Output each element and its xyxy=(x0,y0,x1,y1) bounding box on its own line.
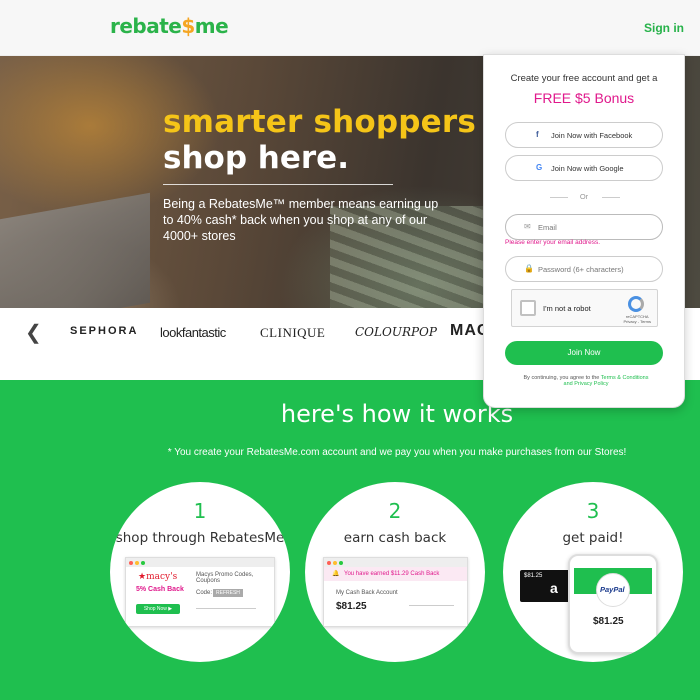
window-dot-icon xyxy=(141,560,145,565)
terms-text: By continuing, you agree to the Terms & … xyxy=(506,375,666,387)
join-now-button[interactable]: Join Now xyxy=(505,341,663,365)
macys-logo: ★macy's xyxy=(138,572,178,582)
signup-card: Create your free account and get a FREE … xyxy=(483,54,685,408)
placeholder-line xyxy=(196,608,256,609)
shop-now-button[interactable]: Shop Now ▶ xyxy=(136,604,180,614)
step-3-circle: 3 get paid! $81.25 a PayPal $81.25 xyxy=(503,482,683,662)
google-button-label: Join Now with Google xyxy=(551,164,624,173)
account-amount: $81.25 xyxy=(336,601,367,612)
cashback-rate: 5% Cash Back xyxy=(136,586,184,593)
password-field[interactable]: 🔒 Password (6+ characters) xyxy=(505,256,663,282)
email-error: Please enter your email address. xyxy=(505,239,601,246)
password-placeholder: Password (6+ characters) xyxy=(538,265,624,274)
gift-card-amount: $81.25 xyxy=(524,573,543,579)
lock-icon: 🔒 xyxy=(524,264,534,273)
recaptcha-icon xyxy=(628,296,644,312)
hero-title-line1: smarter shoppers xyxy=(163,104,477,140)
brand-logo-lookfantastic[interactable]: lookfantastic xyxy=(160,325,226,340)
how-it-works-subtitle: * You create your RebatesMe.com account … xyxy=(167,447,627,458)
bell-icon: 🔔 xyxy=(332,571,340,577)
brand-logo-clinique[interactable]: CLINIQUE xyxy=(260,325,325,341)
step-number: 3 xyxy=(586,499,600,523)
window-dot-icon xyxy=(339,560,343,565)
section-corner xyxy=(0,358,24,380)
window-dot-icon xyxy=(129,560,133,565)
recaptcha-widget: I'm not a robot reCAPTCHA Privacy - Term… xyxy=(511,289,658,327)
hero-divider xyxy=(163,184,393,185)
amazon-logo-icon: a xyxy=(550,580,558,596)
email-field[interactable]: ✉ Email xyxy=(505,214,663,240)
join-facebook-button[interactable]: f Join Now with Facebook xyxy=(505,122,663,148)
divider-line xyxy=(602,197,620,198)
recaptcha-checkbox[interactable] xyxy=(520,300,536,316)
signin-link[interactable]: Sign in xyxy=(644,21,684,35)
chevron-left-icon[interactable]: ❮ xyxy=(25,320,42,345)
signup-bonus: FREE $5 Bonus xyxy=(533,90,635,106)
browser-mockup: ★macy's 5% Cash Back Shop Now ▶ Macys Pr… xyxy=(125,557,275,627)
step-2-circle: 2 earn cash back 🔔 You have earned $11.2… xyxy=(305,482,485,662)
join-google-button[interactable]: G Join Now with Google xyxy=(505,155,663,181)
facebook-button-label: Join Now with Facebook xyxy=(551,131,633,140)
logo-prefix: rebate xyxy=(110,14,182,38)
paypal-logo-icon: PayPal xyxy=(600,585,625,594)
or-divider: Or xyxy=(579,192,589,201)
top-header: rebate$me Sign in xyxy=(0,0,700,56)
promo-heading: Macys Promo Codes, Coupons xyxy=(196,572,254,584)
brand-logo-sephora[interactable]: SEPHORA xyxy=(70,325,138,337)
phone-mockup: PayPal $81.25 xyxy=(568,554,658,654)
privacy-link[interactable]: and Privacy Policy xyxy=(564,381,609,387)
rebatesme-logo[interactable]: rebate$me xyxy=(110,14,229,38)
step-title: earn cash back xyxy=(343,530,447,546)
paid-amount: $81.25 xyxy=(593,616,624,627)
hero-description: Being a RebatesMe™ member means earning … xyxy=(163,197,439,243)
paypal-badge: PayPal xyxy=(596,573,630,607)
step-1-circle: 1 shop through RebatesMe ★macy's 5% Cash… xyxy=(110,482,290,662)
recaptcha-brand: reCAPTCHA Privacy - Terms xyxy=(624,314,651,324)
email-placeholder: Email xyxy=(538,223,557,232)
logo-suffix: me xyxy=(194,14,229,38)
step-title: shop through RebatesMe xyxy=(115,530,285,546)
google-icon: G xyxy=(536,163,543,172)
signup-intro: Create your free account and get a xyxy=(510,73,658,84)
placeholder-line xyxy=(409,605,454,606)
earned-notice: You have earned $11.29 Cash Back xyxy=(344,571,440,577)
facebook-icon: f xyxy=(536,130,539,139)
browser-bar xyxy=(324,558,467,567)
browser-mockup: 🔔 You have earned $11.29 Cash Back My Ca… xyxy=(323,557,468,627)
brand-logo-colourpop[interactable]: COLOURPOP xyxy=(355,325,437,339)
browser-bar xyxy=(126,558,274,567)
window-dot-icon xyxy=(333,560,337,565)
step-title: get paid! xyxy=(562,530,624,546)
logo-dollar: $ xyxy=(181,14,195,38)
recaptcha-label: I'm not a robot xyxy=(543,304,591,313)
amazon-gift-card: $81.25 a xyxy=(520,570,572,602)
refresh-button[interactable]: REFRESH xyxy=(213,589,243,597)
hero-title-line2: shop here. xyxy=(163,140,349,176)
window-dot-icon xyxy=(327,560,331,565)
window-dot-icon xyxy=(135,560,139,565)
account-label: My Cash Back Account xyxy=(336,590,398,596)
step-number: 2 xyxy=(388,499,402,523)
envelope-icon: ✉ xyxy=(524,222,531,231)
recaptcha-links[interactable]: Privacy - Terms xyxy=(624,319,651,324)
code-label: Code: xyxy=(196,590,213,596)
step-number: 1 xyxy=(193,499,207,523)
hero-laptop-image xyxy=(0,192,150,308)
